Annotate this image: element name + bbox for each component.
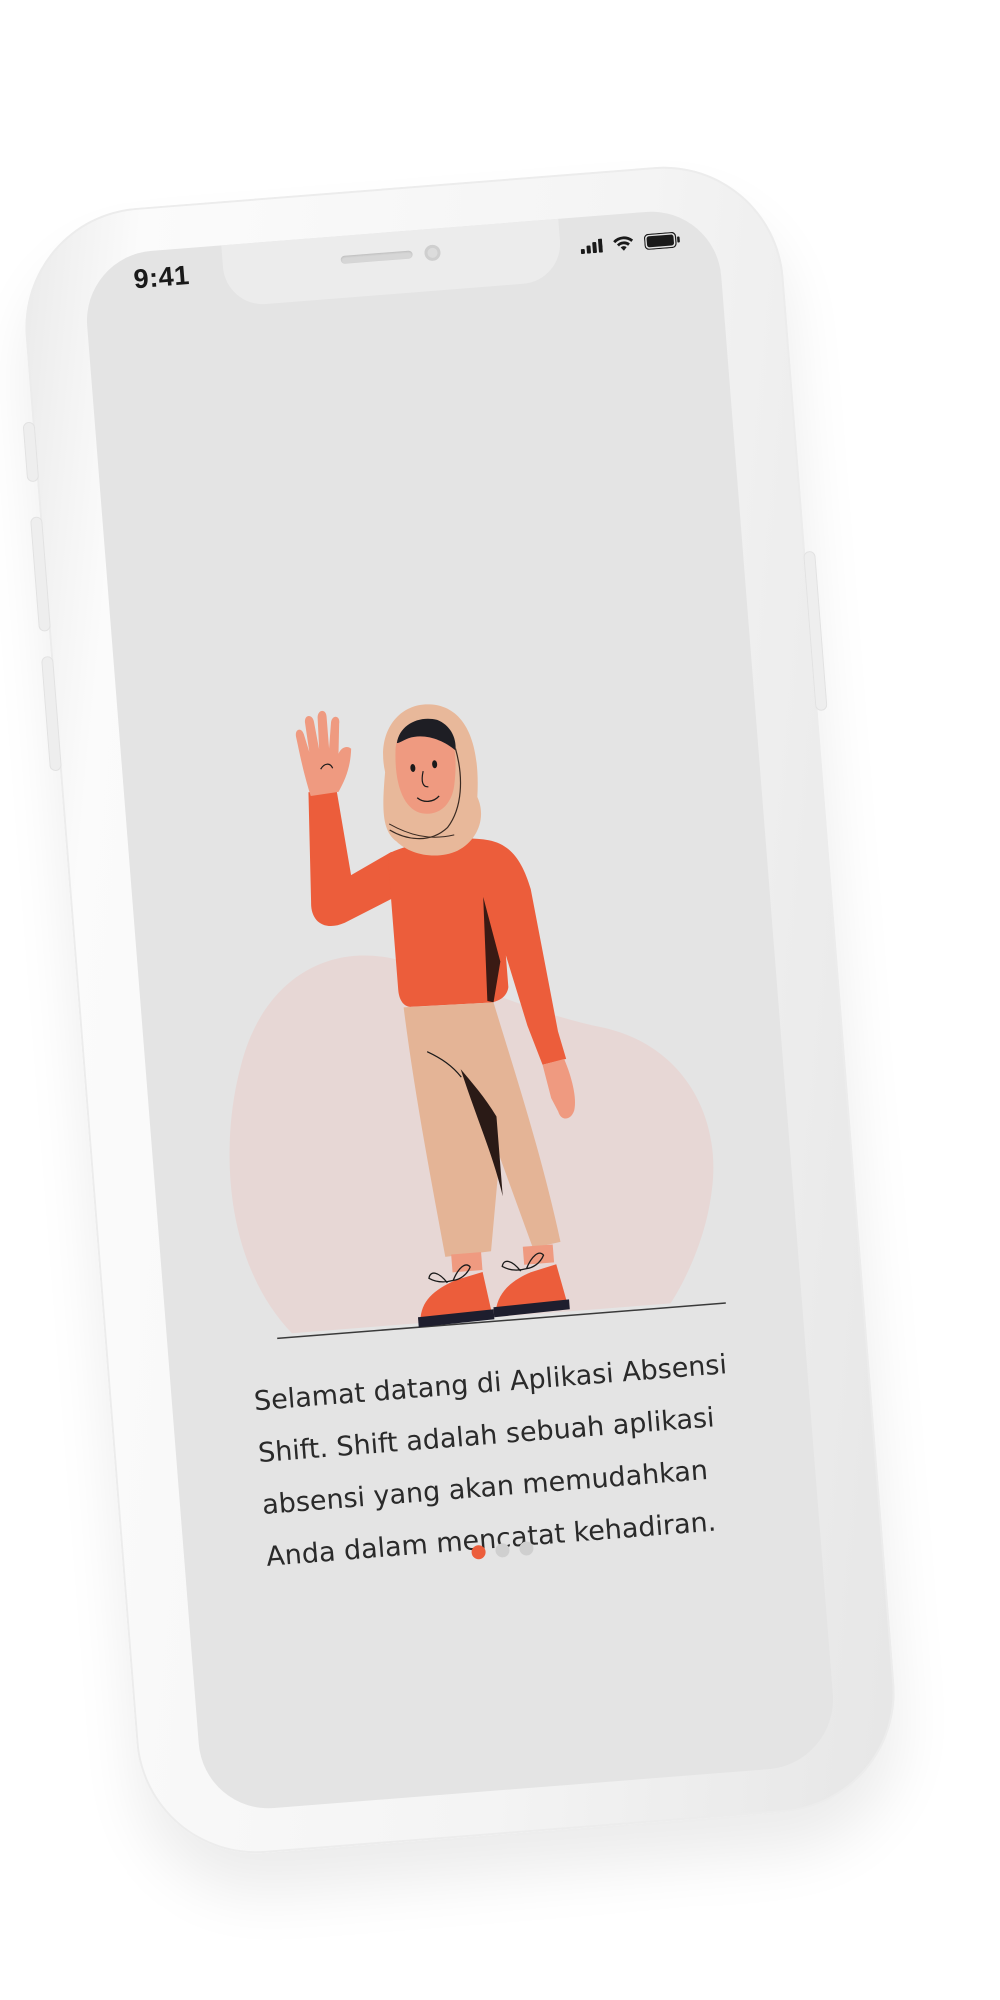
right-ankle xyxy=(522,1244,555,1265)
page-dot-1[interactable] xyxy=(471,1544,487,1560)
status-time: 9:41 xyxy=(132,260,191,295)
wifi-icon xyxy=(613,236,634,251)
page-dot-2[interactable] xyxy=(494,1542,511,1558)
waving-hand xyxy=(295,710,352,797)
phone-mockup: 9:41 Selamat datang di Aplikasi Absensi … xyxy=(16,157,904,1863)
app-screen: 9:41 Selamat datang di Aplikasi Absensi … xyxy=(81,206,839,1814)
front-camera xyxy=(423,244,442,262)
mockup-stage: 9:41 Selamat datang di Aplikasi Absensi … xyxy=(0,0,1000,2000)
page-dot-3[interactable] xyxy=(518,1540,534,1556)
speaker-grille xyxy=(340,250,413,265)
left-ankle xyxy=(451,1252,483,1273)
signal-icon xyxy=(580,238,603,255)
status-icons xyxy=(580,231,681,255)
battery-icon xyxy=(643,231,680,250)
onboarding-illustration xyxy=(229,704,726,1340)
